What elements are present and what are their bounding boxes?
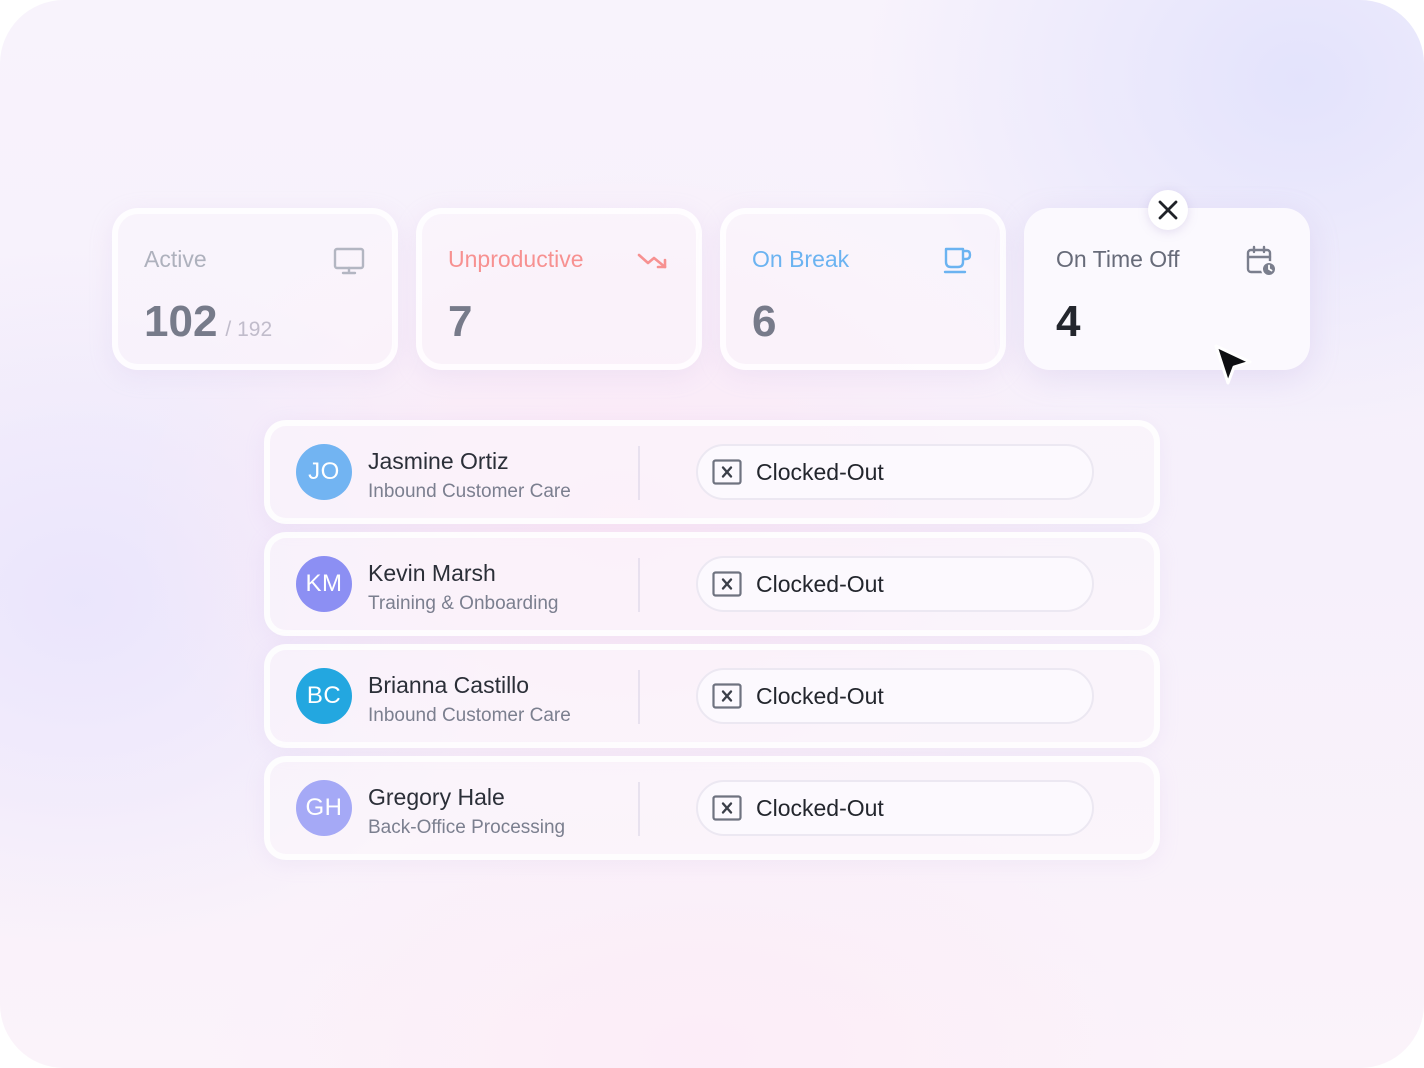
stat-card-label: On Time Off	[1056, 246, 1180, 272]
close-button[interactable]	[1148, 190, 1188, 230]
calendar-clock-icon	[1246, 245, 1277, 277]
employee-row[interactable]: GH Gregory Hale Back-Office Processing C…	[264, 756, 1160, 860]
employee-row[interactable]: JO Jasmine Ortiz Inbound Customer Care C…	[264, 420, 1160, 524]
employee-department: Back-Office Processing	[368, 817, 566, 838]
avatar: JO	[296, 444, 352, 500]
row-divider	[638, 670, 640, 724]
employee-department: Inbound Customer Care	[368, 481, 571, 502]
stat-card-label: Unproductive	[448, 246, 584, 272]
employee-department: Inbound Customer Care	[368, 705, 571, 726]
avatar: BC	[296, 668, 352, 724]
employee-name: Gregory Hale	[368, 784, 505, 810]
dashboard-canvas: Active 102 / 192 Unproductive 7 On Break …	[0, 0, 1424, 1068]
active-total: / 192	[225, 318, 273, 341]
stat-card-unproductive[interactable]: Unproductive 7	[416, 208, 702, 370]
status-badge[interactable]: Clocked-Out	[696, 780, 1094, 836]
clocked-out-icon	[712, 459, 742, 485]
trend-down-icon	[637, 253, 667, 269]
stat-card-label: Active	[144, 246, 207, 272]
employee-name: Kevin Marsh	[368, 560, 496, 586]
stat-card-value: 6	[752, 297, 777, 346]
employee-department: Training & Onboarding	[368, 593, 559, 614]
employee-name: Brianna Castillo	[368, 672, 530, 698]
stat-card-value: 102 / 192	[144, 294, 272, 358]
status-badge[interactable]: Clocked-Out	[696, 444, 1094, 500]
stat-card-value: 7	[448, 297, 473, 346]
avatar: KM	[296, 556, 352, 612]
coffee-cup-icon	[943, 247, 972, 274]
stat-card-active[interactable]: Active 102 / 192	[112, 208, 398, 370]
employee-name: Jasmine Ortiz	[368, 448, 509, 474]
cursor-arrow-icon	[1214, 344, 1252, 385]
status-badge[interactable]: Clocked-Out	[696, 556, 1094, 612]
avatar: GH	[296, 780, 352, 836]
close-icon	[1158, 200, 1178, 220]
active-count: 102	[144, 297, 218, 346]
stat-card-on-break[interactable]: On Break 6	[720, 208, 1006, 370]
status-label: Clocked-Out	[756, 683, 884, 709]
status-label: Clocked-Out	[756, 459, 884, 485]
clocked-out-icon	[712, 795, 742, 821]
status-label: Clocked-Out	[756, 571, 884, 597]
employee-row[interactable]: KM Kevin Marsh Training & Onboarding Clo…	[264, 532, 1160, 636]
clocked-out-icon	[712, 683, 742, 709]
row-divider	[638, 782, 640, 836]
row-divider	[638, 446, 640, 500]
status-label: Clocked-Out	[756, 795, 884, 821]
status-badge[interactable]: Clocked-Out	[696, 668, 1094, 724]
employee-row[interactable]: BC Brianna Castillo Inbound Customer Car…	[264, 644, 1160, 748]
stat-card-label: On Break	[752, 246, 850, 272]
row-divider	[638, 558, 640, 612]
stat-card-on-time-off[interactable]: On Time Off 4	[1024, 208, 1310, 370]
stat-card-value: 4	[1056, 297, 1081, 346]
clocked-out-icon	[712, 571, 742, 597]
monitor-icon	[333, 247, 365, 275]
